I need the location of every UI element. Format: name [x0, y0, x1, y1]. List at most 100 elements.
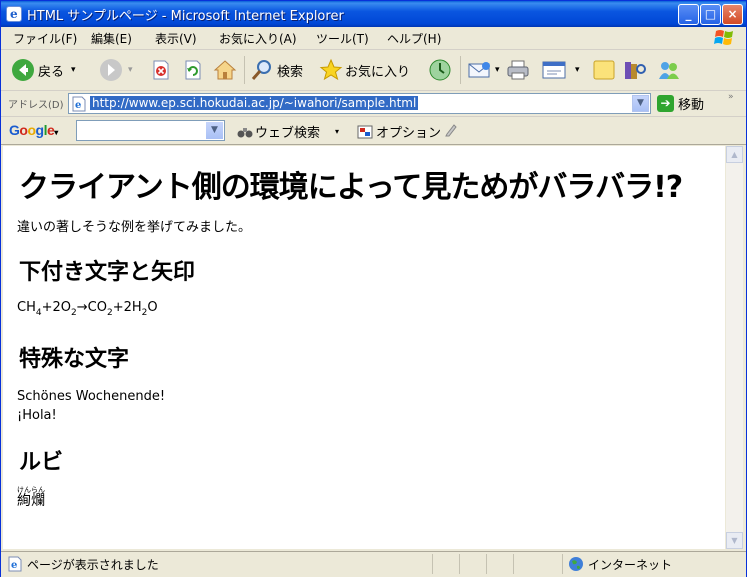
- options-label: オプション: [376, 126, 442, 141]
- scroll-down-arrow-icon[interactable]: ▼: [726, 532, 743, 549]
- favorites-star-icon: [319, 58, 343, 81]
- search-icon: [251, 60, 271, 80]
- german-text: Schönes Wochenende!: [17, 389, 166, 404]
- forward-dropdown-icon[interactable]: ▾: [128, 65, 133, 75]
- toolbar-grip-icon: »: [728, 92, 734, 102]
- section-special-chars-heading: 特殊な文字: [19, 347, 130, 372]
- page-content: クライアント側の環境によって見ためがバラバラ!? 違いの著しそうな例を挙げてみま…: [3, 146, 725, 549]
- status-divider: [432, 554, 433, 574]
- messenger-icon: [659, 62, 679, 79]
- favorites-button[interactable]: お気に入り: [319, 58, 410, 82]
- menu-bar: ファイル(F) 編集(E) 表示(V) お気に入り(A) ツール(T) ヘルプ(…: [1, 27, 746, 50]
- status-text: ページが表示されました: [27, 558, 159, 572]
- window-title: HTML サンプルページ - Microsoft Internet Explor…: [27, 9, 344, 24]
- home-button[interactable]: [213, 58, 237, 82]
- google-dropdown-icon[interactable]: ▼: [206, 122, 223, 139]
- standard-toolbar: 戻る ▾ ▾ 検索 お気に入り ▾ ▾: [1, 50, 746, 91]
- svg-text:e: e: [11, 560, 17, 571]
- google-search-input[interactable]: ▼: [76, 120, 225, 141]
- menu-tools[interactable]: ツール(T): [316, 30, 369, 47]
- pencil-icon[interactable]: [444, 123, 458, 137]
- section-ruby-heading: ルビ: [19, 450, 64, 475]
- status-divider: [513, 554, 514, 574]
- svg-text:e: e: [75, 100, 81, 111]
- back-label: 戻る: [38, 64, 65, 80]
- ie-page-icon: e: [72, 96, 86, 112]
- status-divider: [562, 554, 563, 574]
- history-button[interactable]: [428, 58, 452, 82]
- globe-icon: [569, 557, 583, 571]
- web-search-label: ウェブ検索: [255, 126, 321, 141]
- ie-page-icon: e: [8, 556, 22, 572]
- menu-favorites[interactable]: お気に入り(A): [219, 30, 297, 47]
- ie-window: e HTML サンプルページ - Microsoft Internet Expl…: [0, 0, 747, 577]
- forward-button[interactable]: ▾: [99, 58, 133, 82]
- printer-icon: [507, 60, 529, 80]
- mail-button[interactable]: ▾: [467, 58, 500, 82]
- ruby-text: 絢爛けんらん: [17, 486, 45, 509]
- edit-dropdown-icon[interactable]: ▾: [575, 65, 580, 75]
- go-arrow-icon: ➔: [657, 95, 674, 112]
- stop-button[interactable]: [150, 58, 172, 82]
- spanish-text: ¡Hola!: [17, 408, 57, 423]
- intro-text: 違いの著しそうな例を挙げてみました。: [17, 220, 252, 235]
- google-logo[interactable]: Google▾: [9, 122, 58, 138]
- close-button[interactable]: ×: [722, 4, 743, 25]
- back-button[interactable]: 戻る ▾: [11, 58, 76, 82]
- search-label: 検索: [277, 64, 304, 80]
- history-icon: [429, 59, 451, 81]
- options-icon: [357, 125, 373, 138]
- web-search-dropdown-icon[interactable]: ▾: [335, 127, 339, 136]
- home-icon: [213, 60, 237, 80]
- forward-arrow-icon: [100, 59, 122, 81]
- scroll-up-arrow-icon[interactable]: ▲: [726, 146, 743, 163]
- stop-icon: [153, 60, 169, 80]
- binoculars-icon: [237, 127, 253, 137]
- maximize-button[interactable]: □: [700, 4, 721, 25]
- status-divider: [459, 554, 460, 574]
- toolbar-divider: [244, 56, 245, 84]
- web-search-button[interactable]: ウェブ検索 ▾: [237, 122, 339, 141]
- section-subscript-heading: 下付き文字と矢印: [19, 260, 196, 285]
- vertical-scrollbar[interactable]: ▲ ▼: [726, 146, 743, 549]
- options-button[interactable]: オプション: [357, 122, 441, 141]
- research-icon: [625, 62, 646, 79]
- ie-page-icon: e: [6, 6, 22, 22]
- favorites-label: お気に入り: [345, 64, 411, 80]
- mail-icon: [468, 62, 490, 78]
- go-button[interactable]: ➔ 移動: [657, 94, 704, 113]
- address-label: アドレス(D): [8, 100, 64, 111]
- status-divider: [486, 554, 487, 574]
- edit-button[interactable]: ▾: [541, 58, 580, 82]
- mail-dropdown-icon[interactable]: ▾: [495, 65, 500, 75]
- address-url[interactable]: http://www.ep.sci.hokudai.ac.jp/~iwahori…: [90, 96, 419, 110]
- edit-page-icon: [542, 61, 566, 79]
- print-button[interactable]: [506, 58, 530, 82]
- back-dropdown-icon[interactable]: ▾: [71, 65, 76, 75]
- menu-edit[interactable]: 編集(E): [91, 30, 132, 47]
- search-button[interactable]: 検索: [250, 58, 303, 82]
- menu-file[interactable]: ファイル(F): [13, 30, 77, 47]
- discuss-button[interactable]: [592, 58, 616, 82]
- page-heading: クライアント側の環境によって見ためがバラバラ!?: [19, 170, 683, 205]
- status-bar: e ページが表示されました インターネット: [1, 551, 746, 577]
- toolbar-divider: [460, 56, 461, 84]
- refresh-button[interactable]: [182, 58, 204, 82]
- chemical-formula: CH4+2O2→CO2+2H2O: [17, 300, 158, 318]
- zone-text: インターネット: [588, 558, 673, 572]
- back-arrow-icon: [12, 59, 34, 81]
- address-input[interactable]: e http://www.ep.sci.hokudai.ac.jp/~iwaho…: [68, 93, 651, 114]
- minimize-button[interactable]: _: [678, 4, 699, 25]
- note-icon: [593, 60, 615, 80]
- research-button[interactable]: [623, 58, 647, 82]
- title-bar[interactable]: e HTML サンプルページ - Microsoft Internet Expl…: [1, 1, 746, 27]
- address-dropdown-icon[interactable]: ▼: [632, 95, 649, 112]
- refresh-icon: [185, 60, 201, 80]
- address-bar: アドレス(D) e http://www.ep.sci.hokudai.ac.j…: [1, 91, 746, 117]
- go-label: 移動: [678, 98, 705, 113]
- menu-view[interactable]: 表示(V): [155, 30, 197, 47]
- google-toolbar: Google▾ ▼ ウェブ検索 ▾ オプション: [1, 117, 746, 145]
- messenger-button[interactable]: [656, 58, 682, 82]
- windows-logo-icon: [714, 30, 733, 45]
- menu-help[interactable]: ヘルプ(H): [387, 30, 441, 47]
